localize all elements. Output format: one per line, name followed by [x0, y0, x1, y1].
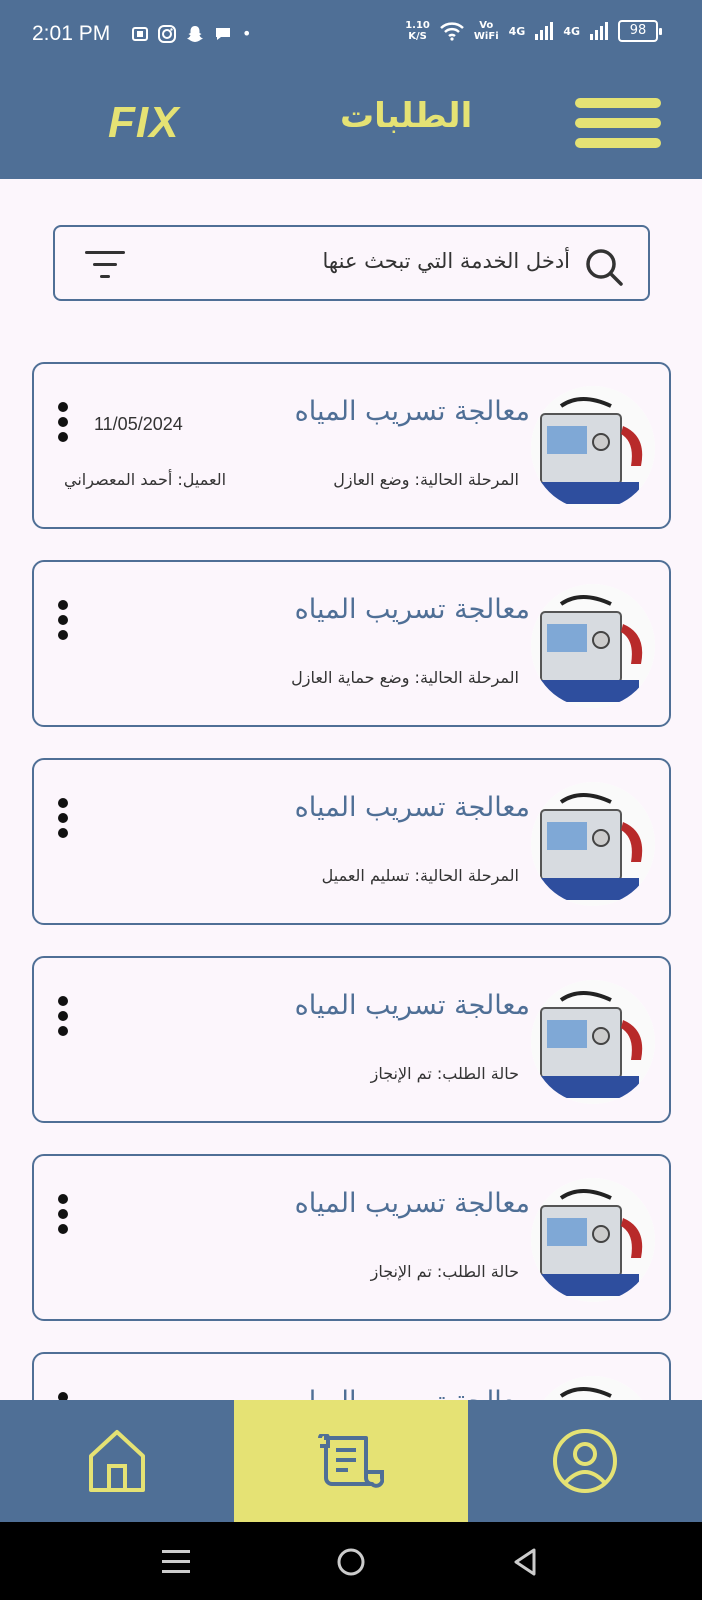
more-dot [58, 1194, 68, 1204]
profile-icon [553, 1429, 617, 1493]
network-speed-unit: K/S [408, 31, 427, 42]
service-image [531, 584, 655, 708]
order-title: معالجة تسريب المياه [294, 990, 530, 1021]
menu-bar [575, 118, 661, 128]
back-icon[interactable] [508, 1544, 544, 1580]
more-options-button[interactable] [56, 1392, 70, 1400]
more-dot [58, 1026, 68, 1036]
service-image [531, 1376, 655, 1400]
menu-bar [575, 138, 661, 148]
network-speed: 1.10 K/S [405, 20, 430, 42]
more-options-button[interactable] [56, 1194, 70, 1238]
more-dot [58, 1011, 68, 1021]
order-client: العميل: أحمد المعصراني [64, 470, 227, 489]
wifi-icon [440, 22, 464, 41]
instagram-icon [158, 24, 176, 43]
more-options-button[interactable] [56, 798, 70, 842]
nav-orders-button[interactable] [234, 1400, 468, 1522]
notification-icons: • [132, 24, 251, 43]
more-dot [58, 1392, 68, 1400]
app-logo: FIX [108, 98, 180, 147]
chat-bubble-icon [216, 27, 230, 40]
home-icon [89, 1430, 145, 1492]
more-dot [58, 402, 68, 412]
more-dot [58, 1209, 68, 1219]
battery-indicator: 98 [618, 20, 662, 42]
top-bar: 2:01 PM • 1.10 K/S Vo WiFi 4G 4G 98 FIX [0, 0, 702, 179]
service-image [531, 782, 655, 906]
service-image [531, 386, 655, 510]
more-dot [58, 615, 68, 625]
order-card[interactable]: معالجة تسريب المياه المرحلة الحالية: تسل… [32, 758, 671, 925]
order-stage: المرحلة الحالية: وضع حماية العازل [291, 668, 519, 687]
signal-bars-icon [535, 22, 554, 40]
order-card[interactable]: معالجة تسريب المياه [32, 1352, 671, 1400]
signal-bars-icon [590, 22, 608, 40]
signal-type-2: 4G [563, 24, 580, 38]
recent-apps-icon[interactable] [158, 1544, 194, 1580]
vowifi-line2: WiFi [473, 31, 499, 42]
network-speed-value: 1.10 [405, 20, 430, 31]
vowifi-line1: Vo [479, 20, 494, 31]
status-time: 2:01 PM [32, 22, 111, 45]
order-title: معالجة تسريب المياه [294, 396, 530, 427]
more-options-button[interactable] [56, 402, 70, 446]
more-dot [58, 996, 68, 1006]
order-stage: حالة الطلب: تم الإنجاز [370, 1064, 519, 1083]
more-dot [58, 1224, 68, 1234]
status-right: 1.10 K/S Vo WiFi 4G 4G 98 [405, 20, 662, 42]
bottom-navigation [0, 1400, 702, 1522]
order-card[interactable]: معالجة تسريب المياه المرحلة الحالية: وضع… [32, 560, 671, 727]
order-stage: المرحلة الحالية: تسليم العميل [321, 866, 519, 885]
search-icon [586, 249, 623, 286]
vowifi-label: Vo WiFi [474, 20, 499, 42]
order-stage: حالة الطلب: تم الإنجاز [370, 1262, 519, 1281]
menu-bar [575, 98, 661, 108]
status-bar: 2:01 PM • 1.10 K/S Vo WiFi 4G 4G 98 [0, 0, 702, 70]
more-options-button[interactable] [56, 600, 70, 644]
order-card[interactable]: معالجة تسريب المياه حالة الطلب: تم الإنج… [32, 1154, 671, 1321]
more-dot [58, 600, 68, 610]
search-bar[interactable]: أدخل الخدمة التي تبحث عنها [53, 225, 650, 301]
order-stage: المرحلة الحالية: وضع العازل [333, 470, 519, 489]
orders-list[interactable]: معالجة تسريب المياه 11/05/2024 المرحلة ا… [0, 360, 702, 1400]
more-dot [58, 630, 68, 640]
more-dot [58, 432, 68, 442]
more-dot [58, 417, 68, 427]
signal-type-1: 4G [508, 24, 526, 38]
nav-profile-button[interactable] [468, 1400, 702, 1522]
snapchat-icon [187, 25, 203, 42]
search-input[interactable]: أدخل الخدمة التي تبحث عنها [323, 249, 570, 273]
more-dot [58, 813, 68, 823]
page-title: الطلبات [340, 96, 473, 136]
more-dot [58, 828, 68, 838]
app-notification-icon [132, 26, 148, 41]
nav-home-button[interactable] [0, 1400, 234, 1522]
order-title: معالجة تسريب المياه [294, 792, 530, 823]
system-navigation-bar [0, 1522, 702, 1600]
order-title: معالجة تسريب المياه [294, 594, 530, 625]
order-card[interactable]: معالجة تسريب المياه 11/05/2024 المرحلة ا… [32, 362, 671, 529]
order-card[interactable]: معالجة تسريب المياه حالة الطلب: تم الإنج… [32, 956, 671, 1123]
service-image [531, 980, 655, 1104]
more-dot [58, 798, 68, 808]
filter-icon[interactable] [85, 249, 125, 281]
orders-scroll-icon [318, 1434, 384, 1488]
order-title: معالجة تسريب المياه [295, 1386, 530, 1400]
notification-dot: • [242, 24, 252, 43]
home-nav-icon[interactable] [333, 1544, 369, 1580]
service-image [531, 1178, 655, 1302]
more-options-button[interactable] [56, 996, 70, 1040]
order-date: 11/05/2024 [94, 414, 183, 434]
menu-button[interactable] [575, 98, 661, 150]
order-title: معالجة تسريب المياه [294, 1188, 530, 1219]
